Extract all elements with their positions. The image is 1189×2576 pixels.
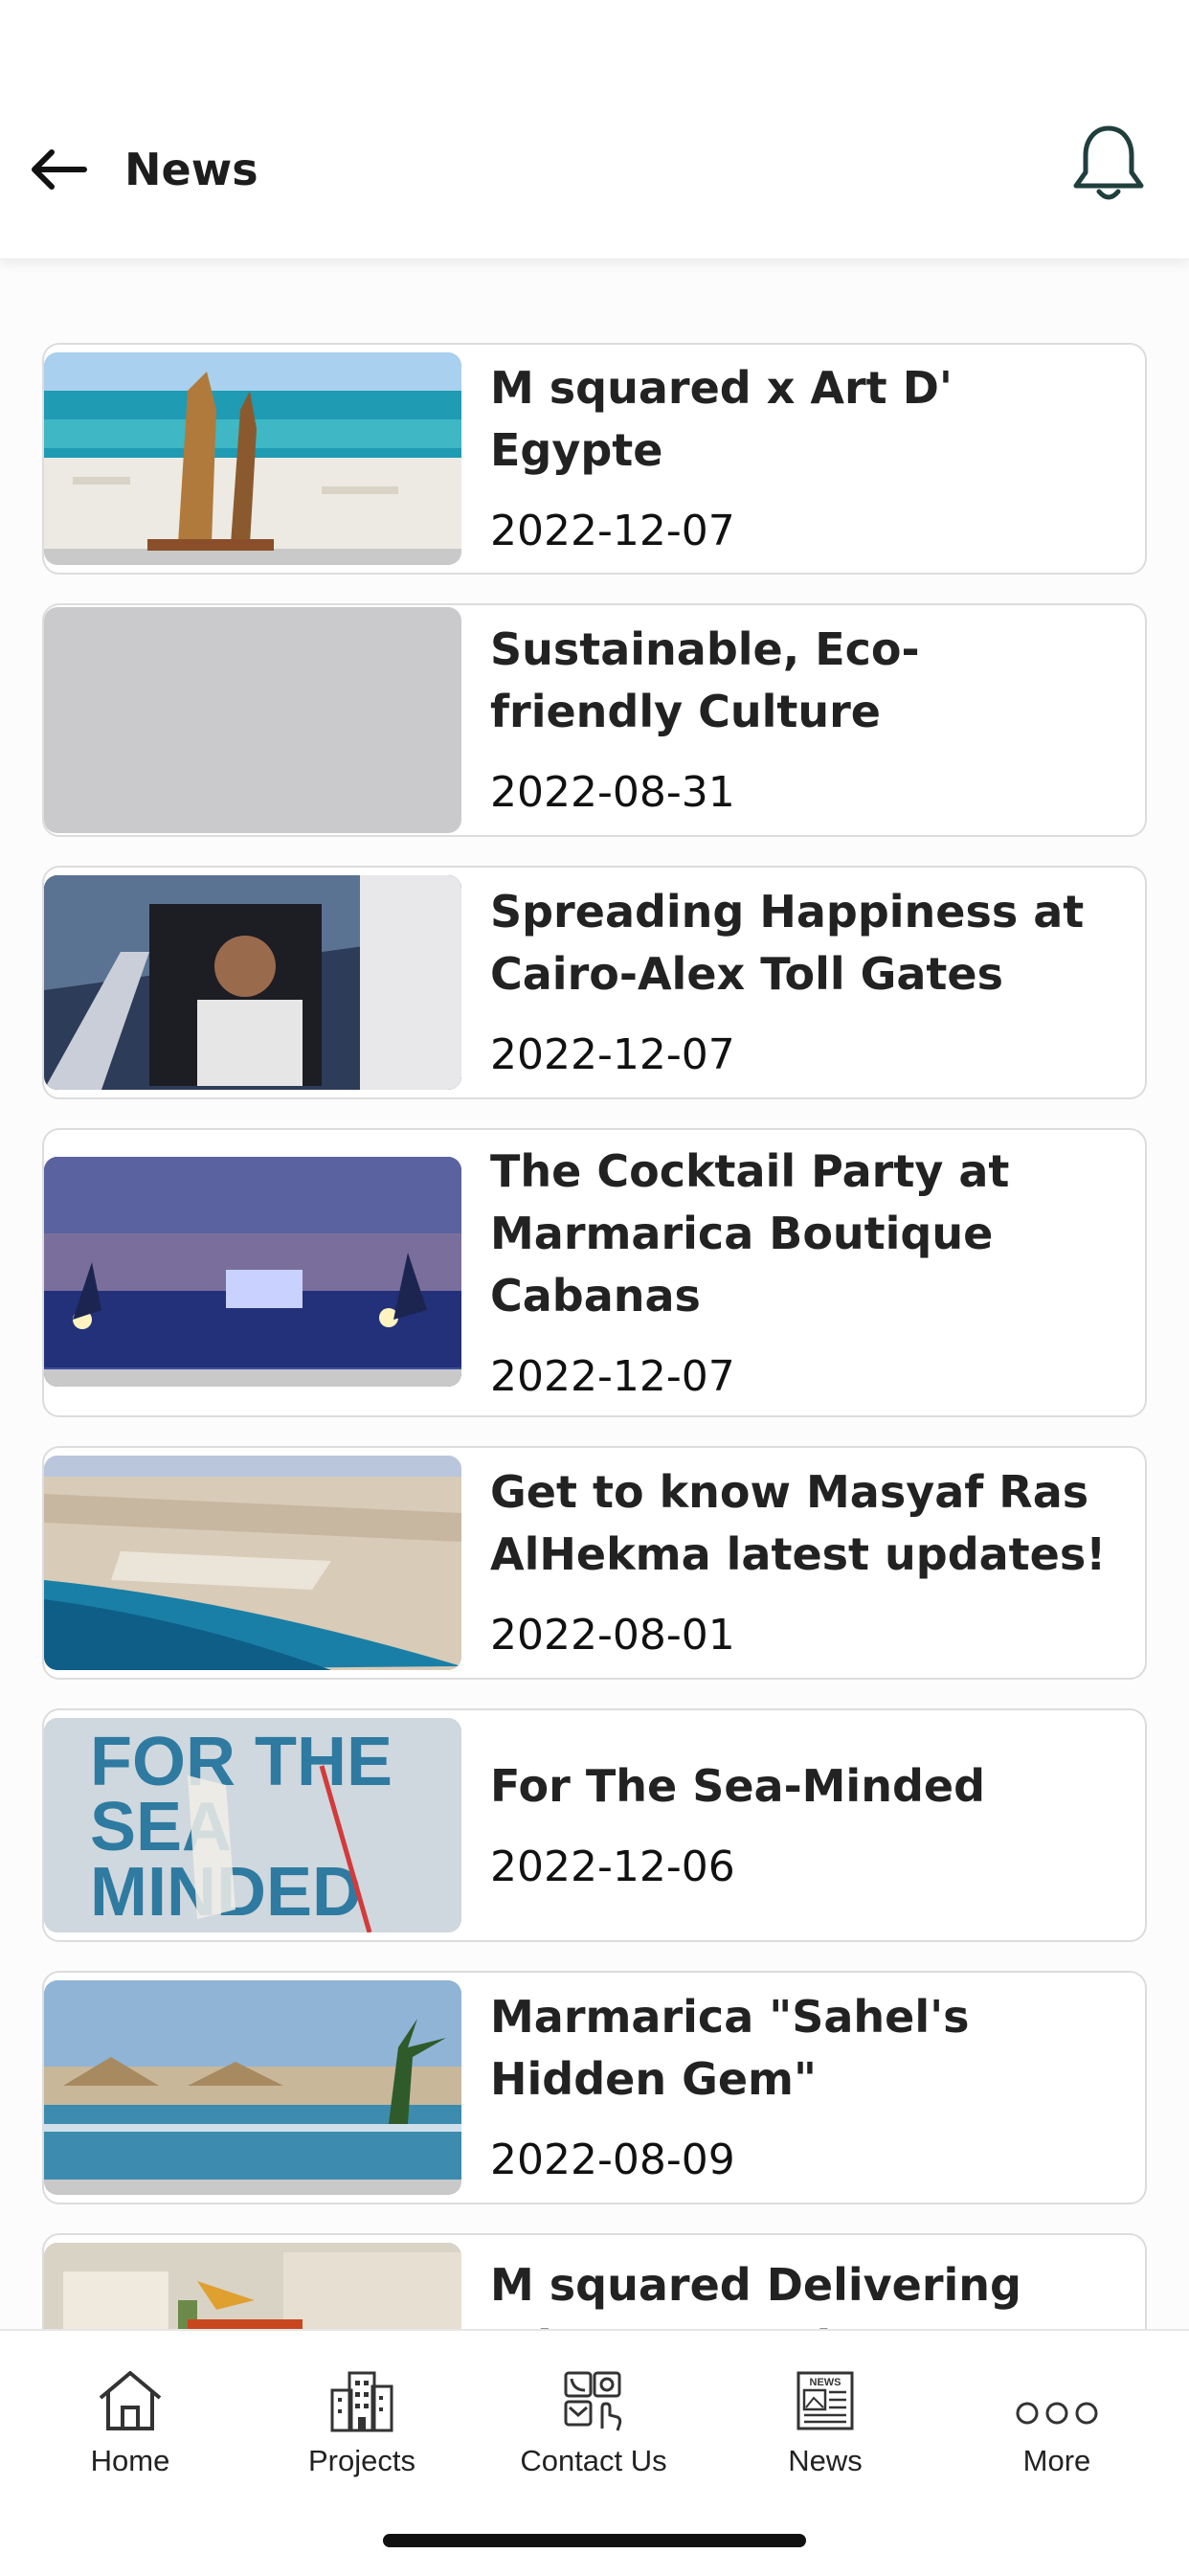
news-title: Marmarica "Sahel's Hidden Gem" xyxy=(490,1991,970,2105)
news-title: Sustainable, Eco-friendly Culture xyxy=(490,623,920,737)
news-title: M squared x Art D' Egypte xyxy=(490,362,953,476)
news-thumbnail xyxy=(44,1980,461,2195)
tab-label: Contact Us xyxy=(520,2444,667,2477)
buildings-icon xyxy=(330,2371,393,2432)
svg-text:NEWS: NEWS xyxy=(810,2377,841,2388)
notification-bell-icon[interactable] xyxy=(1070,123,1147,205)
news-date: 2022-12-07 xyxy=(490,1351,735,1401)
news-title: Spreading Happiness at Cairo-Alex Toll G… xyxy=(490,886,1085,1000)
news-card[interactable]: M squared x Art D' Egypte 2022-12-07 xyxy=(42,343,1147,575)
home-indicator[interactable] xyxy=(383,2534,806,2547)
news-thumbnail-placeholder xyxy=(44,607,461,833)
tab-more[interactable]: More xyxy=(952,2360,1162,2478)
tab-home[interactable]: Home xyxy=(25,2360,236,2478)
news-title: The Cocktail Party at Marmarica Boutique… xyxy=(490,1144,1010,1322)
tab-contact-us[interactable]: Contact Us xyxy=(488,2360,699,2478)
more-dots-icon xyxy=(1016,2402,1098,2425)
news-card[interactable]: Get to know Masyaf Ras AlHekma latest up… xyxy=(42,1446,1147,1680)
news-card[interactable]: Marmarica "Sahel's Hidden Gem" 2022-08-0… xyxy=(42,1971,1147,2204)
news-date: 2022-08-09 xyxy=(490,2135,735,2184)
tab-label: Home xyxy=(90,2444,170,2477)
tab-label: More xyxy=(1022,2444,1091,2477)
news-card[interactable]: Sustainable, Eco-friendly Culture 2022-0… xyxy=(42,603,1147,837)
news-thumbnail xyxy=(44,352,461,565)
news-title: For The Sea-Minded xyxy=(490,1759,986,1812)
news-date: 2022-12-07 xyxy=(490,507,735,555)
news-card[interactable]: Spreading Happiness at Cairo-Alex Toll G… xyxy=(42,866,1147,1099)
tab-label: News xyxy=(788,2444,863,2477)
news-card[interactable]: FOR THE SEA MINDED For The Sea-Minded 20… xyxy=(42,1708,1147,1942)
contact-icon xyxy=(564,2371,622,2431)
news-thumbnail xyxy=(44,875,461,1090)
news-date: 2022-08-31 xyxy=(490,768,735,817)
app-header: News xyxy=(0,0,1189,260)
news-thumbnail: FOR THE SEA MINDED xyxy=(44,1718,461,1932)
home-icon xyxy=(99,2371,162,2430)
news-list: M squared x Art D' Egypte 2022-12-07 Sus… xyxy=(42,343,1147,2496)
page-title: News xyxy=(124,144,258,195)
news-card[interactable]: The Cocktail Party at Marmarica Boutique… xyxy=(42,1128,1147,1417)
tab-projects[interactable]: Projects xyxy=(257,2360,467,2478)
news-thumbnail xyxy=(44,1456,461,1670)
news-date: 2022-12-06 xyxy=(490,1842,735,1891)
newspaper-icon: NEWS xyxy=(796,2371,854,2430)
news-date: 2022-12-07 xyxy=(490,1030,735,1079)
back-arrow-icon[interactable] xyxy=(27,146,94,193)
news-date: 2022-08-01 xyxy=(490,1611,735,1660)
tab-label: Projects xyxy=(308,2444,415,2477)
news-title: Get to know Masyaf Ras AlHekma latest up… xyxy=(490,1466,1107,1580)
news-thumbnail xyxy=(44,1157,461,1387)
tab-news[interactable]: NEWS News xyxy=(720,2360,931,2478)
